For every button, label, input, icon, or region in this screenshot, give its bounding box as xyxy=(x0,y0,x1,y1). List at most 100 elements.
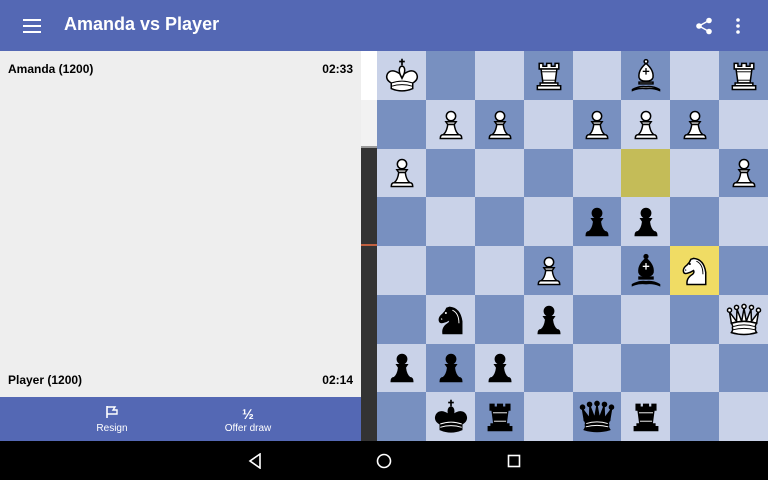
board-square[interactable] xyxy=(621,295,670,344)
board-square[interactable] xyxy=(670,246,719,295)
board-square[interactable] xyxy=(573,392,621,441)
black-bishop-icon[interactable] xyxy=(625,250,667,292)
board-square[interactable] xyxy=(524,392,573,441)
black-rook-icon[interactable] xyxy=(625,396,667,438)
board-square[interactable] xyxy=(475,392,524,441)
board-square[interactable] xyxy=(670,295,719,344)
board-square[interactable] xyxy=(377,197,426,246)
chess-board[interactable] xyxy=(377,51,768,441)
board-square[interactable] xyxy=(621,197,670,246)
recents-square-icon[interactable] xyxy=(502,450,526,472)
board-square[interactable] xyxy=(573,51,621,100)
white-pawn-icon[interactable] xyxy=(381,152,423,194)
board-square[interactable] xyxy=(377,51,426,100)
board-square[interactable] xyxy=(719,51,768,100)
board-square[interactable] xyxy=(573,246,621,295)
board-square[interactable] xyxy=(377,295,426,344)
board-square[interactable] xyxy=(573,344,621,392)
board-square[interactable] xyxy=(475,100,524,149)
board-square[interactable] xyxy=(670,344,719,392)
board-square[interactable] xyxy=(621,100,670,149)
white-knight-icon[interactable] xyxy=(674,250,716,292)
board-square[interactable] xyxy=(377,344,426,392)
black-pawn-icon[interactable] xyxy=(576,201,618,243)
board-square[interactable] xyxy=(670,197,719,246)
board-square[interactable] xyxy=(719,392,768,441)
board-square[interactable] xyxy=(426,392,475,441)
board-square[interactable] xyxy=(524,246,573,295)
board-square[interactable] xyxy=(670,392,719,441)
move-list-strip[interactable] xyxy=(361,51,377,441)
board-square[interactable] xyxy=(670,51,719,100)
board-square[interactable] xyxy=(524,295,573,344)
board-square[interactable] xyxy=(475,149,524,197)
board-square[interactable] xyxy=(719,197,768,246)
board-square[interactable] xyxy=(426,149,475,197)
black-pawn-icon[interactable] xyxy=(381,347,423,389)
board-square[interactable] xyxy=(670,149,719,197)
board-square[interactable] xyxy=(621,246,670,295)
board-square[interactable] xyxy=(377,246,426,295)
board-square[interactable] xyxy=(524,51,573,100)
board-square[interactable] xyxy=(524,197,573,246)
share-icon[interactable] xyxy=(690,12,718,40)
board-square[interactable] xyxy=(377,392,426,441)
board-square[interactable] xyxy=(719,344,768,392)
board-square[interactable] xyxy=(426,344,475,392)
black-knight-icon[interactable] xyxy=(430,299,472,341)
board-square[interactable] xyxy=(621,344,670,392)
black-pawn-icon[interactable] xyxy=(625,201,667,243)
white-king-icon[interactable] xyxy=(381,55,423,97)
board-square[interactable] xyxy=(377,149,426,197)
board-square[interactable] xyxy=(426,246,475,295)
board-square[interactable] xyxy=(426,295,475,344)
board-square[interactable] xyxy=(426,100,475,149)
board-square[interactable] xyxy=(377,100,426,149)
white-pawn-icon[interactable] xyxy=(479,104,521,146)
offer-draw-button[interactable]: ½ Offer draw xyxy=(188,397,308,441)
resign-button[interactable]: Resign xyxy=(52,397,172,441)
board-square[interactable] xyxy=(524,344,573,392)
white-pawn-icon[interactable] xyxy=(430,104,472,146)
black-pawn-icon[interactable] xyxy=(430,347,472,389)
board-square[interactable] xyxy=(573,100,621,149)
more-vert-icon[interactable] xyxy=(726,12,750,40)
white-rook-icon[interactable] xyxy=(723,55,765,97)
board-square[interactable] xyxy=(426,197,475,246)
black-rook-icon[interactable] xyxy=(479,396,521,438)
white-pawn-icon[interactable] xyxy=(625,104,667,146)
white-rook-icon[interactable] xyxy=(528,55,570,97)
board-square[interactable] xyxy=(719,149,768,197)
board-square[interactable] xyxy=(621,392,670,441)
white-pawn-icon[interactable] xyxy=(528,250,570,292)
board-square[interactable] xyxy=(719,100,768,149)
black-pawn-icon[interactable] xyxy=(479,347,521,389)
board-square[interactable] xyxy=(426,51,475,100)
board-square[interactable] xyxy=(475,344,524,392)
black-king-icon[interactable] xyxy=(430,396,472,438)
board-square[interactable] xyxy=(621,149,670,197)
board-square[interactable] xyxy=(719,246,768,295)
board-square[interactable] xyxy=(670,100,719,149)
back-triangle-icon[interactable] xyxy=(243,450,267,472)
board-square[interactable] xyxy=(475,197,524,246)
white-bishop-icon[interactable] xyxy=(625,55,667,97)
black-pawn-icon[interactable] xyxy=(528,299,570,341)
board-square[interactable] xyxy=(573,197,621,246)
white-queen-icon[interactable] xyxy=(723,299,765,341)
board-square[interactable] xyxy=(573,295,621,344)
board-square[interactable] xyxy=(524,149,573,197)
board-square[interactable] xyxy=(524,100,573,149)
white-pawn-icon[interactable] xyxy=(723,152,765,194)
board-square[interactable] xyxy=(573,149,621,197)
home-circle-icon[interactable] xyxy=(372,450,396,472)
board-square[interactable] xyxy=(621,51,670,100)
board-square[interactable] xyxy=(475,51,524,100)
board-square[interactable] xyxy=(475,246,524,295)
white-pawn-icon[interactable] xyxy=(576,104,618,146)
board-square[interactable] xyxy=(475,295,524,344)
hamburger-menu-icon[interactable] xyxy=(18,13,46,39)
board-square[interactable] xyxy=(719,295,768,344)
black-queen-icon[interactable] xyxy=(576,396,618,438)
white-pawn-icon[interactable] xyxy=(674,104,716,146)
